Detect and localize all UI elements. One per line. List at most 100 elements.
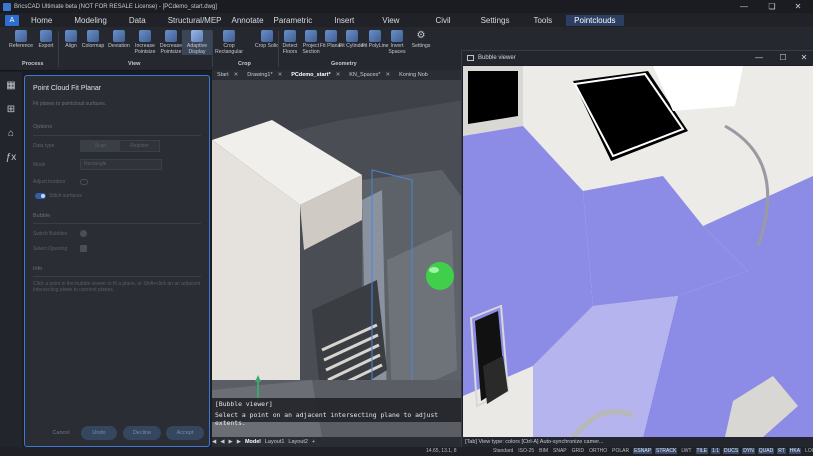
layers-icon[interactable]: ▦ bbox=[4, 79, 18, 93]
previous-layout-icon[interactable]: ◀ bbox=[220, 439, 224, 445]
data-type-register-option[interactable]: Register bbox=[120, 141, 159, 151]
doc-tab-koning-nob[interactable]: Koning Nob bbox=[399, 72, 428, 78]
status-toggle-standard[interactable]: Standard bbox=[492, 448, 514, 454]
data-type-scan-option[interactable]: Scan bbox=[81, 141, 120, 151]
close-button[interactable]: ✕ bbox=[785, 0, 811, 13]
align-icon bbox=[65, 30, 77, 42]
switch-bubbles-button[interactable] bbox=[80, 230, 87, 237]
add-layout-button[interactable]: + bbox=[312, 439, 315, 445]
adaptive-display-button[interactable]: Adaptive Display bbox=[182, 30, 212, 56]
close-icon[interactable]: ✕ bbox=[234, 72, 239, 78]
status-toggle-snap[interactable]: SNAP bbox=[552, 448, 568, 454]
undo-button[interactable]: Undo bbox=[81, 426, 117, 440]
status-toggle-polar[interactable]: POLAR bbox=[611, 448, 630, 454]
status-toggle-tile[interactable]: TILE bbox=[695, 448, 709, 454]
status-toggle-ducs[interactable]: DUCS bbox=[723, 448, 740, 454]
status-toggle-1-1[interactable]: 1:1 bbox=[711, 448, 721, 454]
tab-model[interactable]: Model bbox=[245, 439, 261, 445]
adjust-borders-toggle[interactable] bbox=[80, 179, 88, 185]
tab-tools[interactable]: Tools bbox=[533, 16, 552, 25]
tab-pointclouds[interactable]: Pointclouds bbox=[566, 14, 624, 26]
bubble-maximize-button[interactable]: ☐ bbox=[772, 51, 794, 65]
export-label: Export bbox=[38, 43, 54, 49]
pointcloud-settings-button[interactable]: ⚙ Settings bbox=[406, 30, 436, 50]
status-toggle-rt[interactable]: RT bbox=[777, 448, 786, 454]
minimize-button[interactable]: — bbox=[731, 0, 757, 13]
tab-home[interactable]: Home bbox=[31, 16, 52, 25]
divider bbox=[33, 223, 201, 224]
decline-button[interactable]: Decline bbox=[123, 426, 161, 440]
window-title: BricsCAD Ultimate beta (NOT FOR RESALE L… bbox=[14, 3, 217, 10]
doc-tab-drawing1[interactable]: Drawing1* bbox=[247, 72, 272, 78]
cancel-button[interactable]: Cancel bbox=[39, 426, 83, 440]
status-toggle-ortho[interactable]: ORTHO bbox=[588, 448, 608, 454]
fit-cylinder-icon bbox=[346, 30, 358, 42]
divider bbox=[33, 135, 201, 136]
restore-button[interactable]: ❏ bbox=[759, 0, 785, 13]
tab-parametric[interactable]: Parametric bbox=[274, 16, 313, 25]
data-type-label: Data type bbox=[33, 143, 55, 149]
close-icon[interactable]: ✕ bbox=[336, 72, 341, 78]
select-opening-button[interactable] bbox=[80, 245, 87, 252]
bubble-minimize-button[interactable]: — bbox=[748, 51, 770, 65]
increase-pointsize-label: Increase Pointsize bbox=[134, 43, 156, 55]
divider bbox=[33, 276, 201, 277]
status-toggle-quad[interactable]: QUAD bbox=[757, 448, 775, 454]
stitch-surfaces-toggle[interactable] bbox=[35, 193, 46, 199]
structure-icon[interactable]: ⊞ bbox=[4, 103, 18, 117]
tab-insert[interactable]: Insert bbox=[334, 16, 354, 25]
decrease-pointsize-icon bbox=[165, 30, 177, 42]
close-icon[interactable]: ✕ bbox=[278, 72, 283, 78]
layout-tabs: ◀ ◀ ▶ ▶ Model Layout1 Layout2 + bbox=[212, 437, 464, 447]
tab-modeling[interactable]: Modeling bbox=[74, 16, 106, 25]
tab-layout1[interactable]: Layout1 bbox=[265, 439, 285, 445]
home-icon[interactable]: ⌂ bbox=[4, 127, 18, 141]
export-icon bbox=[40, 30, 52, 42]
tab-structural-mep[interactable]: Structural/MEP bbox=[168, 16, 222, 25]
doc-tab-pcdemo-start[interactable]: PCdemo_start* bbox=[291, 72, 330, 78]
panel-description: Fit planes to pointcloud surfaces. bbox=[33, 101, 107, 107]
model-viewport[interactable] bbox=[212, 80, 464, 437]
status-toggle-hka[interactable]: HKA bbox=[788, 448, 802, 454]
tab-view[interactable]: View bbox=[382, 16, 399, 25]
command-history: [Bubble viewer] bbox=[215, 400, 273, 408]
deviation-label: Deviation bbox=[108, 43, 130, 49]
data-type-segmented-control[interactable]: Scan Register bbox=[80, 140, 160, 152]
mode-select[interactable]: Rectangle bbox=[80, 159, 162, 170]
first-layout-icon[interactable]: ◀ bbox=[212, 439, 216, 445]
doc-tab-start[interactable]: Start bbox=[217, 72, 229, 78]
status-toggle-lockui[interactable]: LOCKUI bbox=[804, 448, 813, 454]
function-icon[interactable]: ƒx bbox=[4, 151, 18, 165]
adaptive-display-label: Adaptive Display bbox=[186, 43, 208, 55]
status-bar: 14.65, 13.1, 8 Standard ISO-25 BIM SNAP GRID… bbox=[0, 447, 813, 456]
left-tool-rail: ▦ ⊞ ⌂ ƒx bbox=[0, 72, 22, 456]
bubble-panorama-view[interactable] bbox=[463, 66, 813, 437]
tab-data[interactable]: Data bbox=[129, 16, 146, 25]
status-toggle-dyn[interactable]: DYN bbox=[742, 448, 755, 454]
accept-button[interactable]: Accept bbox=[166, 426, 204, 440]
tab-layout2[interactable]: Layout2 bbox=[288, 439, 308, 445]
bubble-close-button[interactable]: ✕ bbox=[793, 51, 813, 65]
next-layout-icon[interactable]: ▶ bbox=[228, 439, 232, 445]
status-toggle-iso-25[interactable]: ISO-25 bbox=[517, 448, 535, 454]
status-toggle-lwt[interactable]: LWT bbox=[680, 448, 692, 454]
last-layout-icon[interactable]: ▶ bbox=[237, 439, 241, 445]
panorama-scene bbox=[463, 66, 813, 437]
info-text: Click a point in the bubble viewer to fi… bbox=[33, 281, 201, 293]
status-toggle-bim[interactable]: BIM bbox=[538, 448, 549, 454]
crop-rectangular-button[interactable]: Crop Rectangular bbox=[214, 30, 244, 55]
status-toggle-esnap[interactable]: ESNAP bbox=[633, 448, 653, 454]
status-toggle-grid[interactable]: GRID bbox=[571, 448, 586, 454]
tab-annotate[interactable]: Annotate bbox=[232, 16, 264, 25]
colormap-label: Colormap bbox=[81, 43, 105, 49]
increase-pointsize-icon bbox=[139, 30, 151, 42]
view-group-label: View bbox=[128, 61, 141, 67]
close-icon[interactable]: ✕ bbox=[385, 72, 390, 78]
application-menu-button[interactable]: A bbox=[5, 14, 19, 26]
tab-settings[interactable]: Settings bbox=[481, 16, 510, 25]
status-toggle-strack[interactable]: STRACK bbox=[655, 448, 678, 454]
tab-civil[interactable]: Civil bbox=[435, 16, 450, 25]
doc-tab-kn-spaces[interactable]: KN_Spaces* bbox=[349, 72, 380, 78]
command-line[interactable]: [Bubble viewer] Select a point on an adj… bbox=[212, 398, 464, 427]
crop-rectangular-label: Crop Rectangular bbox=[215, 43, 243, 55]
